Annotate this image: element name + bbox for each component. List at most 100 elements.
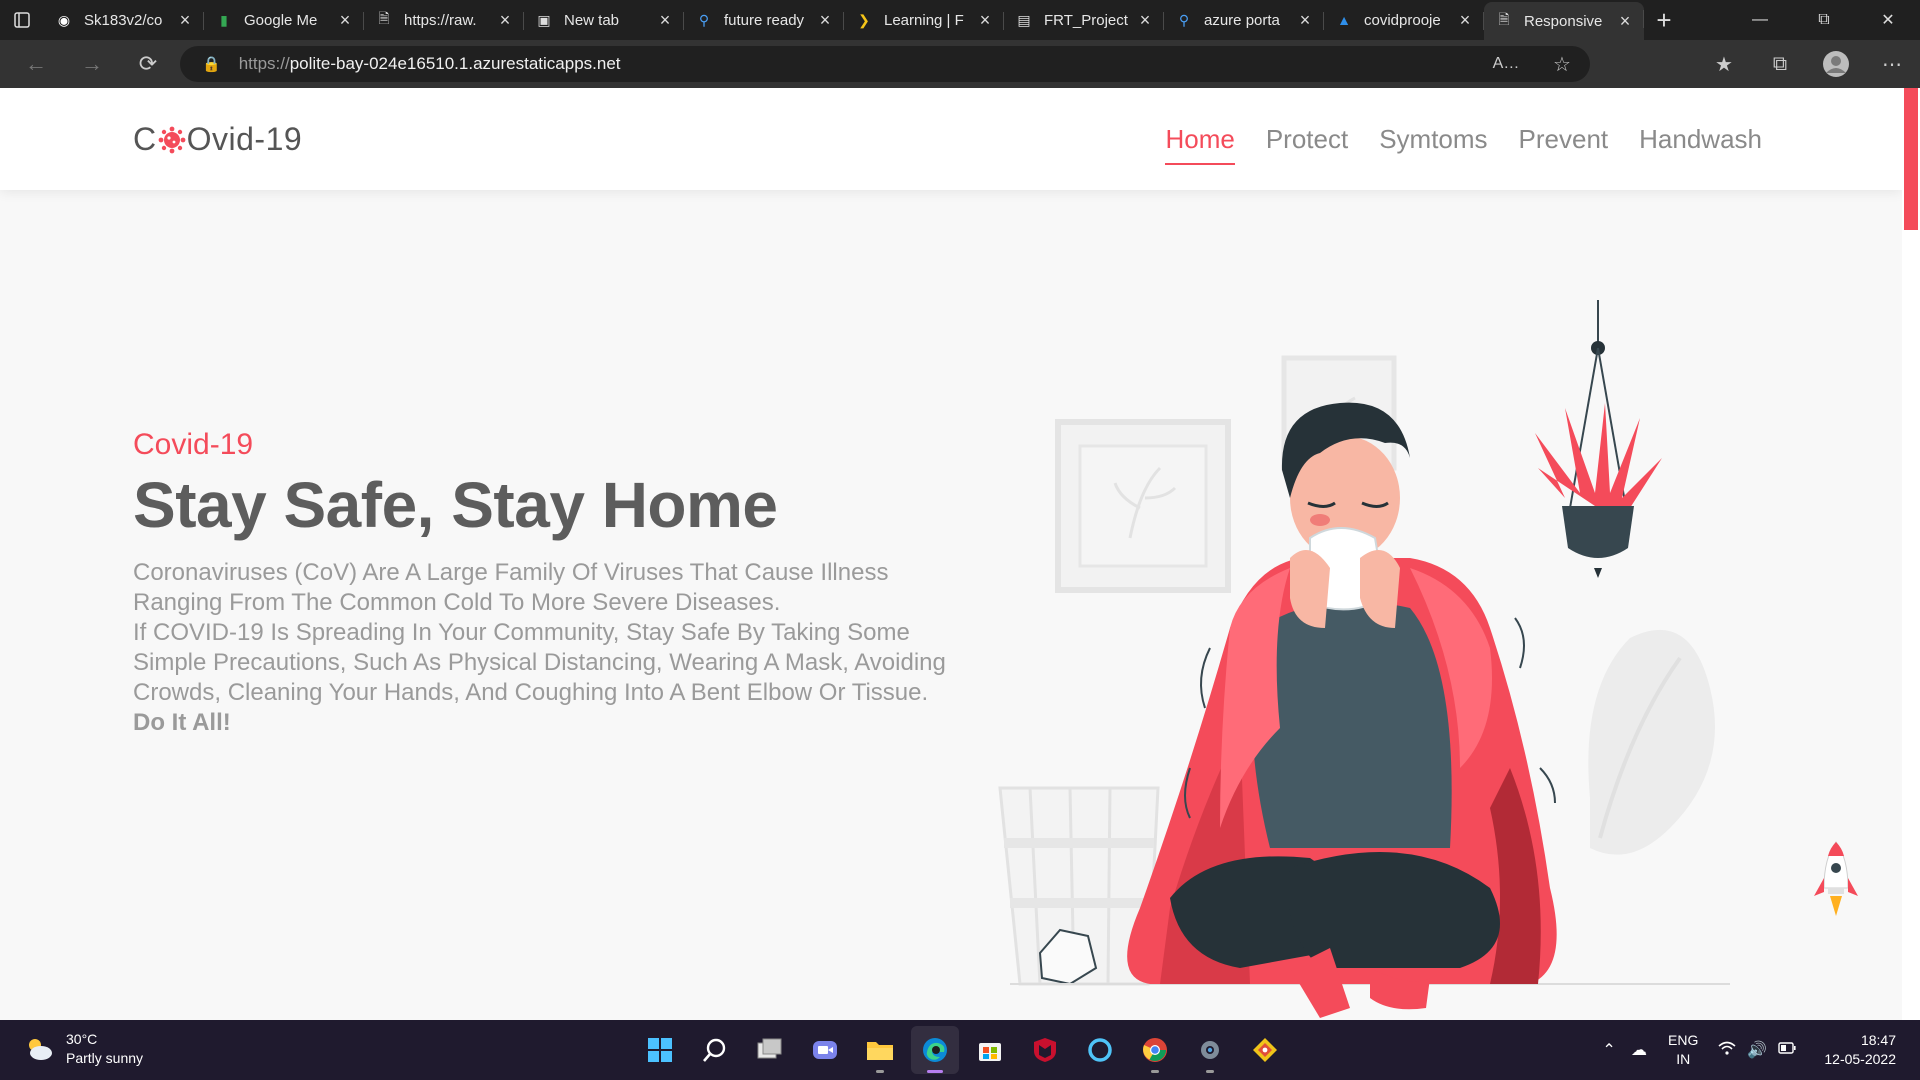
lock-icon: 🔒 — [202, 56, 221, 73]
browser-tab[interactable]: ▤ FRT_Project × — [1004, 4, 1164, 36]
mcafee-button[interactable] — [1021, 1026, 1069, 1074]
language-indicator[interactable]: ENG IN — [1668, 1031, 1698, 1069]
address-bar[interactable]: 🔒 https:// polite-bay-024e16510.1.azures… — [180, 46, 1590, 82]
gear-icon — [1201, 1041, 1219, 1059]
chevron-up-icon[interactable]: ⌃ — [1594, 1040, 1624, 1060]
document-icon: 🗎 — [1498, 11, 1510, 27]
nav-link-protect[interactable]: Protect — [1266, 124, 1348, 165]
tab-title: FRT_Project — [1044, 11, 1128, 29]
tab-title: New tab — [564, 11, 620, 29]
site-logo[interactable]: C Ovid-19 — [133, 121, 302, 158]
cortana-icon — [1088, 1038, 1112, 1062]
taskbar-apps — [636, 1026, 1289, 1074]
back-icon[interactable]: ← — [8, 40, 64, 88]
lang-code: ENG — [1668, 1032, 1699, 1048]
tab-title: Google Me — [244, 11, 318, 29]
tab-title: https://raw. — [404, 11, 477, 29]
favorites-icon[interactable]: ★ — [1696, 40, 1752, 88]
clock-time: 18:47 — [1860, 1032, 1896, 1048]
learning-icon: ❯ — [858, 11, 870, 28]
onedrive-cloud-icon[interactable]: ☁ — [1624, 1040, 1654, 1060]
settings-button[interactable] — [1186, 1026, 1234, 1074]
hanging-plant — [1535, 300, 1662, 578]
search-icon: ⚲ — [1178, 11, 1190, 28]
tab-title: covidprooje — [1364, 11, 1441, 29]
hero-title: Stay Safe, Stay Home — [133, 469, 778, 541]
back-to-top-rocket-icon[interactable] — [1808, 838, 1864, 938]
wifi-icon[interactable] — [1712, 1041, 1742, 1060]
restore-icon[interactable]: ⧉ — [1792, 0, 1856, 40]
minimize-icon[interactable]: — — [1728, 0, 1792, 40]
clock[interactable]: 18:47 12-05-2022 — [1824, 1031, 1896, 1069]
edge-button[interactable] — [911, 1026, 959, 1074]
windows-start-icon — [648, 1038, 672, 1062]
taskbar-search-button[interactable] — [691, 1026, 739, 1074]
picture-frame-left — [1055, 419, 1231, 593]
file-explorer-button[interactable] — [856, 1026, 904, 1074]
close-tab-icon[interactable]: × — [336, 10, 354, 31]
forward-icon[interactable]: → — [64, 40, 120, 88]
chrome-button[interactable] — [1131, 1026, 1179, 1074]
nav-link-symtoms[interactable]: Symtoms — [1379, 124, 1487, 165]
hero-cta-text: Do It All! — [133, 709, 231, 737]
start-button[interactable] — [636, 1026, 684, 1074]
browser-tab[interactable]: ❯ Learning | F × — [844, 4, 1004, 36]
url-scheme: https:// — [238, 54, 290, 73]
volume-icon[interactable]: 🔊 — [1742, 1040, 1772, 1060]
weather-temp: 30°C — [66, 1031, 98, 1047]
battery-icon[interactable] — [1772, 1041, 1802, 1059]
close-window-icon[interactable]: ✕ — [1856, 0, 1920, 40]
close-tab-icon[interactable]: × — [1616, 11, 1634, 32]
browser-toolbar: ← → ⟳ 🔒 https:// polite-bay-024e16510.1.… — [0, 40, 1920, 88]
nav-link-home[interactable]: Home — [1165, 124, 1235, 165]
teams-chat-button[interactable] — [801, 1026, 849, 1074]
read-aloud-icon[interactable]: A… — [1478, 40, 1534, 88]
nav-link-prevent[interactable]: Prevent — [1519, 124, 1609, 165]
browser-tab[interactable]: ▮ Google Me × — [204, 4, 364, 36]
browser-tab[interactable]: ⚲ future ready × — [684, 4, 844, 36]
add-favorite-icon[interactable]: ☆ — [1534, 40, 1590, 88]
close-tab-icon[interactable]: × — [1136, 10, 1154, 31]
browser-tab[interactable]: ◉ Sk183v2/co × — [44, 4, 204, 36]
teams-chat-icon — [813, 1041, 837, 1059]
partly-sunny-icon — [29, 1039, 52, 1060]
close-tab-icon[interactable]: × — [656, 10, 674, 31]
new-tab-page-icon: ▣ — [537, 11, 551, 28]
tab-strip: ◉ Sk183v2/co × ▮ Google Me × 🗎 https://raw. × ▣ Ne… — [0, 0, 1920, 40]
browser-tab[interactable]: 🗎 Responsive × — [1484, 2, 1644, 40]
clock-date: 12-05-2022 — [1824, 1051, 1896, 1067]
logo-prefix: C — [133, 121, 157, 157]
hero-paragraph-1: Coronaviruses (CoV) Are A Large Family O… — [133, 559, 889, 617]
search-icon: ⚲ — [698, 11, 710, 28]
browser-tab[interactable]: ▲ covidprooje × — [1324, 4, 1484, 36]
tab-actions-icon[interactable] — [0, 0, 44, 40]
close-tab-icon[interactable]: × — [496, 10, 514, 31]
microsoft-store-button[interactable] — [966, 1026, 1014, 1074]
browser-tab[interactable]: ▣ New tab × — [524, 4, 684, 36]
close-tab-icon[interactable]: × — [816, 10, 834, 31]
site-nav: Home Protect Symtoms Prevent Handwash — [1165, 124, 1762, 165]
refresh-icon[interactable]: ⟳ — [120, 40, 176, 88]
close-tab-icon[interactable]: × — [1456, 10, 1474, 31]
task-view-button[interactable] — [746, 1026, 794, 1074]
collections-icon[interactable]: ⧉ — [1752, 40, 1808, 88]
close-tab-icon[interactable]: × — [176, 10, 194, 31]
page-scrollbar[interactable] — [1902, 88, 1920, 1020]
weather-widget[interactable]: 30°C Partly sunny — [24, 1030, 143, 1068]
new-tab-button[interactable]: + — [1644, 0, 1684, 40]
tab-title: Sk183v2/co — [84, 11, 163, 29]
close-tab-icon[interactable]: × — [1296, 10, 1314, 31]
nav-link-handwash[interactable]: Handwash — [1639, 124, 1762, 165]
close-tab-icon[interactable]: × — [976, 10, 994, 31]
settings-more-icon[interactable]: ⋯ — [1864, 40, 1920, 88]
document-icon: 🗎 — [378, 10, 390, 26]
cortana-button[interactable] — [1076, 1026, 1124, 1074]
browser-tab[interactable]: ⚲ azure porta × — [1164, 4, 1324, 36]
browser-tab[interactable]: 🗎 https://raw. × — [364, 4, 524, 36]
edge-browser-icon — [923, 1038, 947, 1062]
profile-avatar-icon[interactable] — [1808, 40, 1864, 88]
folder-icon — [867, 1042, 893, 1060]
scrollbar-thumb[interactable] — [1904, 88, 1918, 230]
git-diamond-icon — [1253, 1038, 1277, 1062]
git-app-button[interactable] — [1241, 1026, 1289, 1074]
